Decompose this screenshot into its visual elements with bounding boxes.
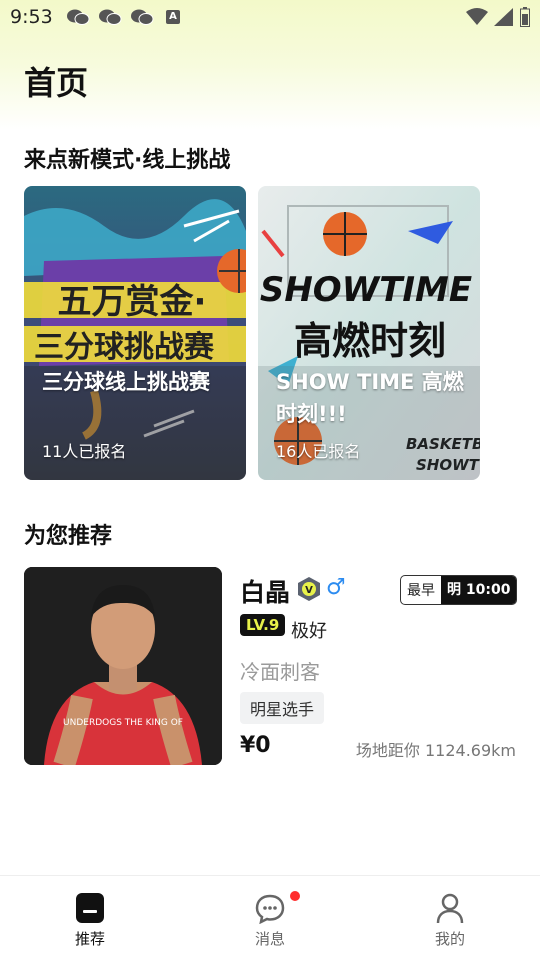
tab-messages-label: 消息 [254,930,285,948]
time-value: 明 10:00 [441,576,517,604]
player-price: ¥0 [240,733,271,758]
a-icon: A [166,10,180,24]
bottom-nav: 推荐 消息 我的 [0,875,540,961]
player-tag: 明星选手 [240,692,325,724]
challenge-card-showtime[interactable]: SHOWTIME 高燃时刻 BASKETB SHOWT SHOW TIME 高燃… [258,186,480,480]
player-name: 白晶 [240,578,291,607]
three-point-banner-image: 五万赏金· 三分球挑战赛 [24,186,246,480]
showtime-banner-image: SHOWTIME 高燃时刻 BASKETB SHOWT [258,186,480,480]
status-time: 9:53 [10,6,53,28]
verified-badge-text: V [305,585,313,596]
player-avatar-image: UNDERDOGS THE KING OF [24,567,222,765]
banner-text: SHOWTIME [260,270,472,310]
challenge-card-count: 11人已报名 [42,442,127,461]
battery-icon [520,7,530,27]
level-rating: 极好 [291,621,327,642]
player-photo[interactable]: UNDERDOGS THE KING OF [24,567,222,765]
challenge-card-title: 三分球线上挑战赛 [42,370,210,394]
player-nickname: 冷面刺客 [240,660,320,684]
notification-dot [289,890,301,902]
message-icon [255,894,285,924]
recommend-icon [76,893,104,923]
banner-text: 高燃时刻 [294,319,446,363]
banner-text: 五万赏金· [58,282,207,322]
tab-messages[interactable]: 消息 [180,876,360,961]
verified-badge-icon: V [298,577,320,601]
notification-icons: A [66,8,180,26]
male-icon: ♂ [326,575,346,600]
recommend-section-title: 为您推荐 [24,524,113,549]
wifi-icon [466,8,488,25]
profile-icon [436,893,464,924]
challenge-card-three-point[interactable]: 五万赏金· 三分球挑战赛 三分球线上挑战赛 11人已报名 [24,186,246,480]
challenge-section-title: 来点新模式·线上挑战 [24,148,231,173]
jersey-text: UNDERDOGS THE KING OF [63,718,183,728]
earliest-time-badge: 最早 明 10:00 [400,575,518,605]
tab-recommend[interactable]: 推荐 [0,876,180,961]
challenge-card-title: SHOW TIME 高燃时刻!!! [276,370,464,426]
tab-profile[interactable]: 我的 [360,876,540,961]
signal-icon [494,8,513,26]
tab-profile-label: 我的 [434,930,465,948]
tab-recommend-label: 推荐 [74,930,105,948]
level-badge: LV.9 [240,614,286,636]
time-label: 最早 [407,583,435,599]
system-icons [466,7,530,27]
banner-text: 三分球挑战赛 [34,330,215,365]
status-bar: 9:53 A [0,0,540,36]
challenge-card-count: 16人已报名 [276,442,361,461]
player-distance: 场地距你 1124.69km [355,741,516,760]
chat-icon [99,9,122,25]
page-title: 首页 [24,64,89,102]
chat-icon [131,9,154,25]
chat-icon [67,9,90,25]
